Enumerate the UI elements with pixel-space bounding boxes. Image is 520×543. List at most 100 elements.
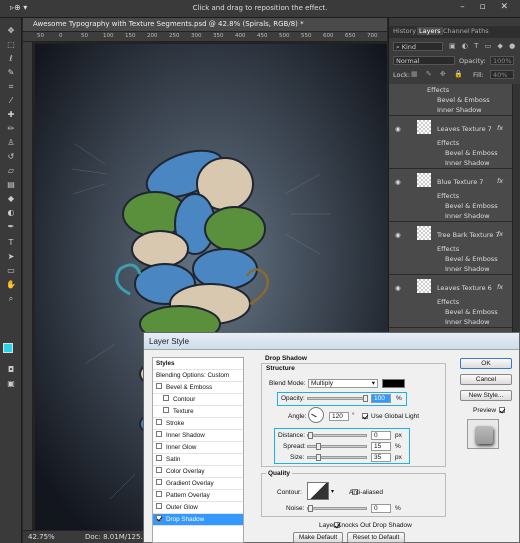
spread-slider-thumb[interactable] (316, 443, 322, 450)
layer-blend-mode-select[interactable]: Normal (393, 56, 455, 65)
visibility-eye-icon[interactable]: ◉ (395, 178, 401, 186)
distance-slider-thumb[interactable] (308, 432, 313, 439)
layer-effects-row[interactable]: Effects Bevel & Emboss Inner Shadow (389, 84, 512, 116)
shadow-color-swatch[interactable] (382, 379, 405, 388)
gradient-icon[interactable]: ▤ (5, 180, 17, 189)
spread-slider[interactable] (307, 443, 367, 450)
layer-blue-texture-7[interactable]: ◉ Blue Texture 7 fx Effects Bevel & Embo… (389, 170, 512, 222)
fx-icon[interactable]: fx (497, 177, 503, 185)
size-input[interactable]: 35 (371, 453, 391, 462)
effect-bevel[interactable]: Bevel & Emboss (445, 202, 498, 210)
angle-input[interactable]: 120 (329, 412, 349, 421)
tab-paths[interactable]: Paths (469, 27, 491, 35)
window-controls[interactable]: – ▫ ✕ (460, 2, 514, 12)
make-default-button[interactable]: Make Default (293, 532, 343, 543)
angle-dial-icon[interactable] (308, 407, 324, 423)
checkbox[interactable] (156, 491, 162, 498)
brush-icon[interactable]: ✏ (5, 124, 17, 133)
distance-slider[interactable] (307, 432, 367, 439)
eraser-icon[interactable]: ▱ (5, 166, 17, 175)
checkbox[interactable] (163, 395, 169, 402)
checkbox[interactable] (156, 503, 162, 510)
preview-checkbox[interactable] (499, 407, 506, 414)
dialog-titlebar[interactable]: Layer Style (144, 333, 519, 350)
style-item-contour[interactable]: Contour (153, 394, 243, 406)
type-icon[interactable]: T (5, 238, 17, 247)
move-icon[interactable]: ✥ (5, 26, 17, 35)
shape-icon[interactable]: ▭ (5, 266, 17, 275)
zoom-level[interactable]: 42.75% (28, 533, 55, 541)
contour-preview[interactable] (307, 482, 329, 500)
hand-icon[interactable]: ✋ (5, 280, 17, 289)
opacity-slider[interactable] (307, 395, 368, 402)
stamp-icon[interactable]: ♙ (5, 138, 17, 147)
layer-name[interactable]: Leaves Texture 7 (437, 125, 492, 133)
checkbox[interactable] (156, 455, 162, 462)
layer-name[interactable]: Leaves Texture 6 (437, 284, 492, 292)
styles-header[interactable]: Styles (153, 358, 243, 370)
effect-inner-shadow[interactable]: Inner Shadow (445, 265, 490, 273)
visibility-eye-icon[interactable]: ◉ (395, 125, 401, 133)
tab-channel[interactable]: Channel (441, 27, 472, 35)
style-item-gradient-overlay[interactable]: Gradient Overlay (153, 478, 243, 490)
fx-icon[interactable]: fx (497, 283, 503, 291)
style-item-satin[interactable]: Satin (153, 454, 243, 466)
reset-to-default-button[interactable]: Reset to Default (347, 532, 405, 543)
cancel-button[interactable]: Cancel (460, 374, 512, 385)
foreground-color-swatch[interactable] (3, 343, 13, 353)
effect-inner-shadow[interactable]: Inner Shadow (445, 318, 490, 326)
checkbox-checked[interactable] (156, 515, 162, 522)
distance-input[interactable]: 0 (371, 431, 391, 440)
tab-history[interactable]: History (391, 27, 418, 35)
size-slider[interactable] (307, 454, 367, 461)
zoom-icon[interactable]: ⌕ (5, 294, 17, 303)
noise-slider[interactable] (307, 505, 367, 512)
marquee-icon[interactable]: ⬚ (5, 40, 17, 49)
layer-fill-field[interactable]: 40% (490, 70, 514, 79)
checkbox[interactable] (156, 383, 162, 390)
style-item-inner-glow[interactable]: Inner Glow (153, 442, 243, 454)
checkbox[interactable] (156, 431, 162, 438)
visibility-eye-icon[interactable]: ◉ (395, 231, 401, 239)
effect-inner-shadow[interactable]: Inner Shadow (445, 159, 490, 167)
dodge-icon[interactable]: ◐ (5, 208, 17, 217)
quick-mask-icon[interactable]: ◘ (5, 365, 17, 374)
quick-select-icon[interactable]: ✎ (5, 68, 17, 77)
noise-input[interactable]: 0 (371, 504, 391, 513)
pen-icon[interactable]: ✒ (5, 222, 17, 231)
checkbox[interactable] (156, 443, 162, 450)
healing-icon[interactable]: ✚ (5, 110, 17, 119)
checkbox[interactable] (163, 407, 169, 414)
opacity-input[interactable]: 100 (371, 394, 391, 403)
ok-button[interactable]: OK (460, 358, 512, 369)
checkbox[interactable] (156, 419, 162, 426)
style-item-stroke[interactable]: Stroke (153, 418, 243, 430)
style-item-drop-shadow[interactable]: Drop Shadow (153, 514, 243, 526)
history-brush-icon[interactable]: ↺ (5, 152, 17, 161)
tab-layers[interactable]: Layers (417, 27, 443, 35)
use-global-light-checkbox[interactable] (362, 413, 368, 420)
visibility-eye-icon[interactable]: ◉ (395, 284, 401, 292)
blur-icon[interactable]: ◆ (5, 194, 17, 203)
filter-kind-select[interactable]: ⌕ Kind (393, 42, 443, 51)
noise-slider-thumb[interactable] (308, 505, 313, 512)
checkbox[interactable] (156, 467, 162, 474)
document-tab[interactable]: Awesome Typography with Texture Segments… (23, 18, 387, 32)
fx-icon[interactable]: fx (497, 230, 503, 238)
effect-bevel[interactable]: Bevel & Emboss (445, 308, 498, 316)
layer-tree-bark-texture-7[interactable]: ◉ Tree Bark Texture 7 fx Effects Bevel &… (389, 223, 512, 275)
style-item-outer-glow[interactable]: Outer Glow (153, 502, 243, 514)
layer-leaves-texture-6[interactable]: ◉ Leaves Texture 6 fx Effects Bevel & Em… (389, 276, 512, 328)
path-select-icon[interactable]: ➤ (5, 252, 17, 261)
chevron-down-icon[interactable]: ▾ (331, 488, 334, 495)
spread-input[interactable]: 15 (371, 442, 391, 451)
layer-name[interactable]: Blue Texture 7 (437, 178, 483, 186)
lasso-icon[interactable]: ℓ (5, 54, 17, 63)
style-item-color-overlay[interactable]: Color Overlay (153, 466, 243, 478)
effect-inner-shadow[interactable]: Inner Shadow (437, 106, 482, 114)
opacity-slider-thumb[interactable] (363, 395, 368, 402)
screen-mode-icon[interactable]: ▣ (5, 379, 17, 388)
effect-bevel[interactable]: Bevel & Emboss (445, 149, 498, 157)
crop-icon[interactable]: ⌗ (5, 82, 17, 91)
style-item-bevel-emboss[interactable]: Bevel & Emboss (153, 382, 243, 394)
